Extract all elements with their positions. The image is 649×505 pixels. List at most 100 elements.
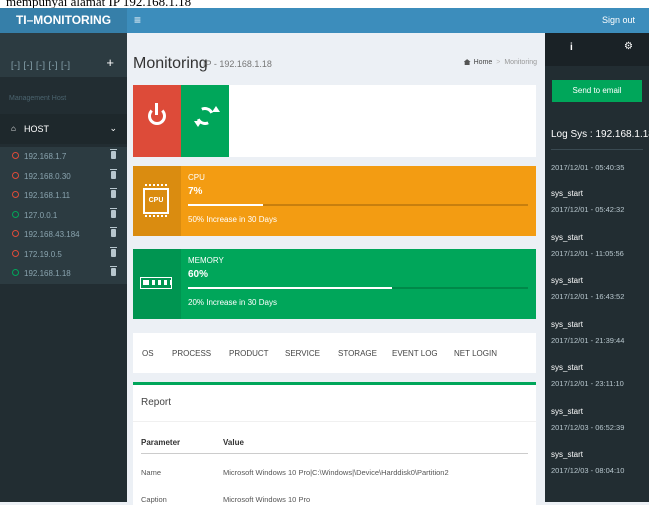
tab-event-log[interactable]: EVENT LOG [392, 349, 438, 358]
page-title: Monitoring [133, 55, 208, 72]
cpu-progress-fill [188, 204, 263, 206]
host-ip: 192.168.1.18 [24, 269, 71, 278]
column-header-parameter: Parameter [141, 438, 181, 447]
trash-icon[interactable] [110, 149, 117, 159]
divider [133, 421, 536, 422]
sidebar-group-label: HOST [24, 124, 50, 134]
add-host-icon[interactable]: + [106, 55, 114, 70]
memory-description: 20% Increase in 30 Days [188, 298, 277, 307]
log-entry: sys_start 2017/12/03 - 06:52:39 [551, 407, 647, 451]
status-circle-icon [12, 249, 19, 257]
sidebar-item-host[interactable]: 127.0.0.1 [0, 205, 127, 225]
host-ip: 192.168.0.30 [24, 171, 71, 181]
control-sidebar-tabs: i ⚙ [545, 33, 649, 66]
chevron-down-icon: ⌄ [109, 123, 117, 133]
sidebar-item-host[interactable]: 192.168.1.11 [0, 186, 127, 206]
host-ip: 192.168.1.11 [24, 191, 71, 200]
trash-icon[interactable] [110, 246, 117, 257]
sidebar-item-host[interactable]: 192.168.43.184 [0, 225, 127, 245]
log-timestamp: 2017/12/01 - 23:11:10 [551, 379, 624, 388]
send-email-button[interactable]: Send to email [552, 80, 642, 102]
sidebar-section-label: Management Host [9, 95, 67, 102]
menu-toggle-icon[interactable]: ≡ [134, 8, 141, 33]
sidebar-placeholder-text: [-] [-] [-] [-] [-] [11, 60, 71, 70]
status-circle-icon [12, 171, 19, 179]
breadcrumb-home[interactable]: Home [474, 59, 493, 66]
tab-process[interactable]: PROCESS [172, 349, 211, 358]
caption-text: mempunyai alamat IP 192.168.1.18 [6, 0, 192, 8]
sidebar-header: [-] [-] [-] [-] [-] + [0, 33, 127, 77]
log-timestamp: 2017/12/03 - 06:52:39 [551, 422, 625, 432]
tab-service[interactable]: SERVICE [285, 349, 320, 358]
log-entry: sys_start 2017/12/03 - 08:04:10 [551, 450, 647, 494]
cpu-description: 50% Increase in 30 Days [188, 215, 277, 224]
host-ip: 192.168.1.7 [24, 152, 67, 161]
figure-caption: mempunyai alamat IP 192.168.1.18 [0, 0, 649, 8]
trash-icon[interactable] [110, 168, 117, 179]
report-title: Report [141, 397, 172, 408]
sidebar-group-host[interactable]: ⌂ HOST ⌄ [0, 114, 127, 144]
table-cell-value: Microsoft Windows 10 Pro|C:\Windows|\Dev… [223, 468, 449, 477]
signout-link[interactable]: Sign out [602, 8, 635, 33]
log-event: sys_start [551, 232, 584, 242]
app-logo[interactable]: TI–MONITORING [0, 8, 127, 33]
sidebar-item-host[interactable]: 192.168.1.18 [0, 264, 127, 284]
log-event: sys_start [551, 450, 584, 459]
host-ip: 192.168.43.184 [24, 230, 80, 239]
cpu-chip-label: CPU [148, 197, 164, 204]
cpu-info-box: CPU CPU 7% 50% Increase in 30 Days [133, 166, 536, 236]
memory-value: 60% [188, 269, 209, 280]
tab-product[interactable]: PRODUCT [229, 349, 269, 358]
trash-icon[interactable] [110, 227, 117, 237]
tab-storage[interactable]: STORAGE [338, 349, 377, 358]
info-tab-icon[interactable]: i [570, 42, 573, 53]
divider [551, 149, 643, 150]
sidebar-item-host[interactable]: 192.168.0.30 [0, 166, 127, 186]
refresh-arrow-head [194, 121, 202, 127]
host-ip: 172.19.0.5 [24, 249, 62, 259]
sidebar-item-host[interactable]: 172.19.0.5 [0, 244, 127, 264]
gear-icon[interactable]: ⚙ [624, 41, 633, 52]
refresh-button[interactable] [181, 85, 229, 157]
trash-icon[interactable] [110, 207, 117, 218]
breadcrumb: Home > Monitoring [463, 59, 537, 66]
sidebar: [-] [-] [-] [-] [-] + Management Host ⌂ … [0, 33, 127, 502]
column-header-value: Value [223, 438, 244, 447]
host-ip: 127.0.0.1 [24, 210, 58, 220]
status-circle-icon [12, 191, 19, 198]
log-event: sys_start [551, 319, 584, 329]
log-entry: sys_start 2017/12/01 - 16:43:52 [551, 276, 647, 320]
trash-icon[interactable] [110, 266, 117, 276]
cpu-chip-icon: CPU [143, 188, 169, 214]
home-icon: ⌂ [11, 124, 16, 133]
control-sidebar: i ⚙ Send to email Log Sys : 192.168.1.18… [545, 33, 649, 502]
ram-icon [140, 277, 172, 289]
table-cell-parameter: Caption [141, 495, 167, 504]
log-entry: sys_start 2017/12/01 - 23:11:10 [551, 363, 647, 407]
status-circle-icon [12, 230, 19, 237]
log-timestamp: 2017/12/03 - 08:04:10 [551, 466, 625, 475]
cpu-value: 7% [188, 186, 203, 197]
memory-icon-box [133, 249, 181, 319]
table-cell-value: Microsoft Windows 10 Pro [223, 495, 311, 504]
refresh-arrow-head [212, 106, 220, 112]
cpu-label: CPU [188, 173, 205, 182]
log-timestamp: 2017/12/01 - 11:05:56 [551, 248, 624, 258]
cpu-icon-box: CPU [133, 166, 181, 236]
log-timestamp: 2017/12/01 - 16:43:52 [551, 292, 625, 301]
tab-net-login[interactable]: NET LOGIN [454, 349, 497, 358]
trash-icon[interactable] [110, 188, 117, 198]
log-entry: sys_start 2017/12/01 - 05:42:32 [551, 189, 647, 233]
sidebar-item-host[interactable]: 192.168.1.7 [0, 147, 127, 167]
report-box: Report Parameter Value Name Microsoft Wi… [133, 382, 536, 505]
log-entry: sys_start 2017/12/01 - 21:39:44 [551, 320, 647, 364]
action-panel [133, 85, 536, 157]
breadcrumb-separator: > [496, 59, 501, 66]
power-button[interactable] [133, 85, 181, 157]
tab-os[interactable]: OS [142, 349, 154, 358]
log-list: 2017/12/01 - 05:40:35 sys_start 2017/12/0… [551, 163, 647, 494]
home-icon [463, 59, 471, 66]
divider [141, 453, 528, 454]
log-event: sys_start [551, 276, 584, 285]
cpu-progress-track [188, 204, 528, 206]
